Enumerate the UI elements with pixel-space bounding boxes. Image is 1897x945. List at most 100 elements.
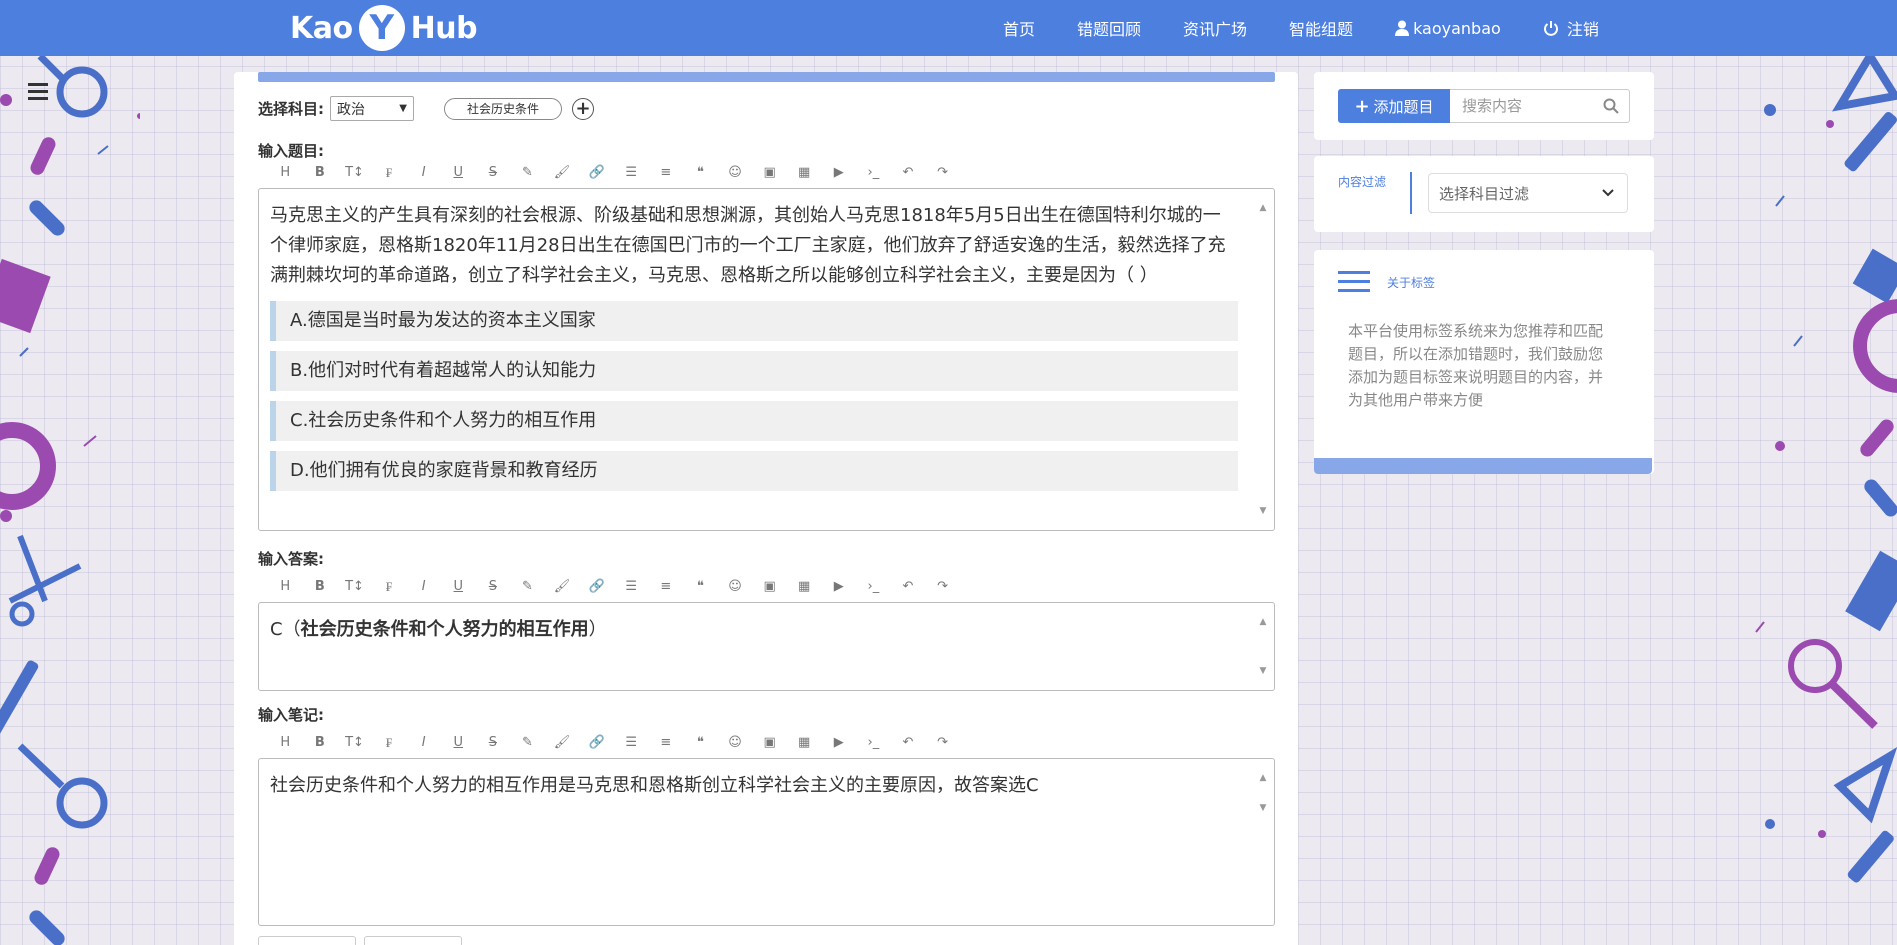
filter-label: 内容过滤: [1338, 175, 1387, 189]
bold-icon[interactable]: B: [303, 579, 338, 595]
brush-icon[interactable]: 🖌: [545, 579, 580, 595]
tag-chip[interactable]: 社会历史条件: [444, 97, 563, 120]
subject-filter-select[interactable]: 选择科目过滤: [1428, 173, 1628, 213]
font-icon[interactable]: ₣: [372, 579, 407, 595]
nav-logout[interactable]: 注销: [1543, 16, 1599, 40]
italic-icon[interactable]: I: [406, 735, 441, 751]
highlighter-icon[interactable]: ✎: [510, 735, 545, 751]
video-icon[interactable]: ▶: [822, 579, 857, 595]
bold-icon[interactable]: B: [303, 735, 338, 751]
strikethrough-icon[interactable]: S: [476, 735, 511, 751]
editor-scrollbar[interactable]: ▲ ▼: [1256, 193, 1270, 526]
table-icon[interactable]: ▦: [787, 735, 822, 751]
text-size-icon[interactable]: T↕: [337, 165, 372, 181]
list-icon[interactable]: ☰: [614, 165, 649, 181]
list-icon[interactable]: ☰: [614, 735, 649, 751]
quote-icon[interactable]: ❝: [683, 165, 718, 181]
underline-icon[interactable]: U: [441, 735, 476, 751]
link-icon[interactable]: 🔗: [579, 165, 614, 181]
align-icon[interactable]: ≡: [649, 579, 684, 595]
emoji-icon[interactable]: ☺: [718, 735, 753, 751]
list-icon: [1338, 270, 1370, 298]
image-icon[interactable]: ▣: [752, 579, 787, 595]
italic-icon[interactable]: I: [406, 579, 441, 595]
option-b: B.他们对时代有着超越常人的认知能力: [270, 351, 1238, 391]
subject-label: 选择科目:: [258, 100, 324, 118]
code-icon[interactable]: ›_: [856, 165, 891, 181]
nav-link-review[interactable]: 错题回顾: [1077, 16, 1141, 40]
table-icon[interactable]: ▦: [787, 165, 822, 181]
editor-scrollbar[interactable]: ▲ ▼: [1256, 763, 1270, 813]
heading-icon[interactable]: H: [268, 165, 303, 181]
subject-select[interactable]: 政治 ▼: [330, 96, 414, 121]
emoji-icon[interactable]: ☺: [718, 579, 753, 595]
image-icon[interactable]: ▣: [752, 165, 787, 181]
scroll-down-icon[interactable]: ▼: [1260, 793, 1267, 823]
question-editor[interactable]: 马克思主义的产生具有深刻的社会根源、阶级基础和思想渊源，其创始人马克思1818年…: [258, 188, 1275, 531]
notes-label: 输入笔记:: [258, 706, 324, 724]
video-icon[interactable]: ▶: [822, 735, 857, 751]
subject-row: 选择科目: 政治 ▼ 社会历史条件 +: [258, 96, 595, 121]
scroll-down-icon[interactable]: ▼: [1260, 496, 1267, 526]
underline-icon[interactable]: U: [441, 165, 476, 181]
nav-link-home[interactable]: 首页: [1003, 16, 1035, 40]
redo-icon[interactable]: ↷: [925, 579, 960, 595]
link-icon[interactable]: 🔗: [579, 735, 614, 751]
text-size-icon[interactable]: T↕: [337, 579, 372, 595]
add-tag-button[interactable]: +: [572, 97, 595, 120]
nav-user[interactable]: kaoyanbao: [1395, 19, 1501, 38]
italic-icon[interactable]: I: [406, 165, 441, 181]
filter-divider: [1410, 172, 1412, 214]
brush-icon[interactable]: 🖌: [545, 735, 580, 751]
heading-icon[interactable]: H: [268, 579, 303, 595]
logo[interactable]: Kao Y Hub: [290, 5, 478, 51]
scroll-up-icon[interactable]: ▲: [1260, 607, 1267, 637]
search-icon[interactable]: [1603, 98, 1619, 118]
nav-link-news[interactable]: 资讯广场: [1183, 16, 1247, 40]
bold-icon[interactable]: B: [303, 165, 338, 181]
image-icon[interactable]: ▣: [752, 735, 787, 751]
menu-toggle-icon[interactable]: [28, 82, 50, 106]
undo-icon[interactable]: ↶: [891, 735, 926, 751]
action-button-1[interactable]: [258, 936, 356, 945]
strikethrough-icon[interactable]: S: [476, 165, 511, 181]
highlighter-icon[interactable]: ✎: [510, 165, 545, 181]
strikethrough-icon[interactable]: S: [476, 579, 511, 595]
font-icon[interactable]: ₣: [372, 735, 407, 751]
underline-icon[interactable]: U: [441, 579, 476, 595]
quote-icon[interactable]: ❝: [683, 735, 718, 751]
code-icon[interactable]: ›_: [856, 579, 891, 595]
option-c: C.社会历史条件和个人努力的相互作用: [270, 401, 1238, 441]
add-question-button[interactable]: + 添加题目: [1338, 89, 1450, 123]
emoji-icon[interactable]: ☺: [718, 165, 753, 181]
editor-scrollbar[interactable]: ▲ ▼: [1256, 607, 1270, 686]
list-icon[interactable]: ☰: [614, 579, 649, 595]
scroll-up-icon[interactable]: ▲: [1260, 193, 1267, 223]
nav-link-smart-quiz[interactable]: 智能组题: [1289, 16, 1353, 40]
highlighter-icon[interactable]: ✎: [510, 579, 545, 595]
brush-icon[interactable]: 🖌: [545, 165, 580, 181]
answer-bold-text: 社会历史条件和个人努力的相互作用: [300, 619, 589, 640]
filter-card: 内容过滤 选择科目过滤: [1314, 156, 1654, 232]
video-icon[interactable]: ▶: [822, 165, 857, 181]
code-icon[interactable]: ›_: [856, 735, 891, 751]
redo-icon[interactable]: ↷: [925, 165, 960, 181]
undo-icon[interactable]: ↶: [891, 165, 926, 181]
notes-editor[interactable]: 社会历史条件和个人努力的相互作用是马克思和恩格斯创立科学社会主义的主要原因，故答…: [258, 758, 1275, 926]
font-icon[interactable]: ₣: [372, 165, 407, 181]
power-icon: [1543, 21, 1558, 36]
scroll-down-icon[interactable]: ▼: [1260, 656, 1267, 686]
text-size-icon[interactable]: T↕: [337, 735, 372, 751]
search-input[interactable]: [1462, 97, 1592, 115]
redo-icon[interactable]: ↷: [925, 735, 960, 751]
quote-icon[interactable]: ❝: [683, 579, 718, 595]
table-icon[interactable]: ▦: [787, 579, 822, 595]
align-icon[interactable]: ≡: [649, 165, 684, 181]
heading-icon[interactable]: H: [268, 735, 303, 751]
undo-icon[interactable]: ↶: [891, 579, 926, 595]
action-button-2[interactable]: [364, 936, 462, 945]
align-icon[interactable]: ≡: [649, 735, 684, 751]
link-icon[interactable]: 🔗: [579, 579, 614, 595]
scroll-up-icon[interactable]: ▲: [1260, 763, 1267, 793]
answer-editor[interactable]: C（社会历史条件和个人努力的相互作用） ▲ ▼: [258, 602, 1275, 691]
